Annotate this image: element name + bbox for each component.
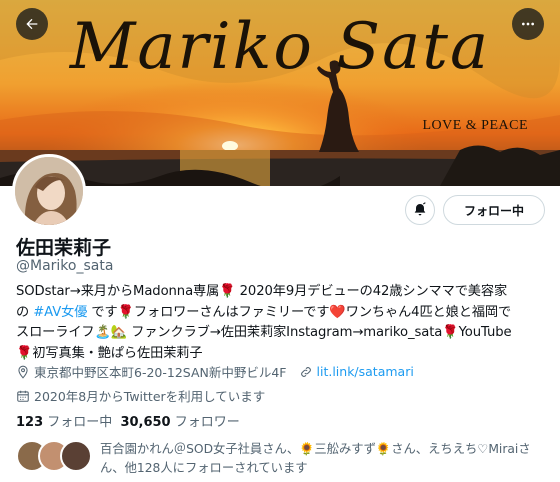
bio-text: 🌹初写真集・艶ぱら佐田茉莉子 <box>16 345 203 361</box>
following-label: フォロー中 <box>47 415 113 430</box>
location-pin-icon <box>18 365 28 379</box>
profile-bio: SODstar→来月からMadonna専属🌹 2020年9月デビューの42歳シン… <box>16 282 548 364</box>
bell-icon <box>414 202 426 216</box>
known-followers-avatars[interactable] <box>16 440 92 472</box>
follow-counts: 123 フォロー中 30,650 フォロワー <box>16 411 240 430</box>
followers-count: 30,650 <box>120 415 171 430</box>
bio-line: 🌹初写真集・艶ぱら佐田茉莉子 <box>16 344 548 365</box>
location-text: 東京都中野区本町6-20-12SAN新中野ビル4F <box>34 365 287 380</box>
followers-link[interactable]: 30,650 フォロワー <box>120 415 239 430</box>
bio-text: の <box>16 304 34 320</box>
banner-title: Mariko Sata <box>69 10 491 84</box>
calendar-icon <box>17 390 29 402</box>
bio-text: スローライフ🏝️🏡 ファンクラブ→佐田茉莉家Instagram→mariko_s… <box>16 325 512 340</box>
known-followers-text[interactable]: 百合園かれん＠SOD女子社員さん、🌻三舩みすず🌻さん、えちえち♡Miraiさん、… <box>100 440 552 478</box>
arrow-left-icon <box>26 18 38 30</box>
followers-label: フォロワー <box>174 415 240 430</box>
banner-subtitle: LOVE & PEACE <box>422 118 528 133</box>
joined-text: 2020年8月からTwitterを利用しています <box>34 389 266 404</box>
following-button[interactable]: フォロー中 <box>443 195 545 225</box>
avatar-image <box>15 157 83 225</box>
profile-meta-location: 東京都中野区本町6-20-12SAN新中野ビル4F lit.link/satam… <box>16 362 414 381</box>
bio-line: SODstar→来月からMadonna専属🌹 2020年9月デビューの42歳シン… <box>16 282 548 303</box>
profile-handle: @Mariko_sata <box>16 258 114 274</box>
avatar <box>60 440 92 472</box>
link-icon <box>300 366 311 377</box>
profile-avatar[interactable] <box>12 154 86 228</box>
website-link[interactable]: lit.link/satamari <box>317 364 414 379</box>
bio-line: の #AV女優 です🌹フォロワーさんはファミリーです❤️ワンちゃん4匹と娘と福岡… <box>16 303 548 324</box>
back-button[interactable] <box>16 8 48 40</box>
bio-text: SODstar→来月からMadonna専属🌹 2020年9月デビューの42歳シン… <box>16 284 508 299</box>
profile-meta-joined: 2020年8月からTwitterを利用しています <box>16 386 265 405</box>
bio-text: です🌹フォロワーさんはファミリーです❤️ワンちゃん4匹と娘と福岡で <box>87 304 512 320</box>
more-horizontal-icon <box>522 22 534 26</box>
following-link[interactable]: 123 フォロー中 <box>16 415 112 430</box>
hashtag-link[interactable]: #AV女優 <box>33 305 87 320</box>
profile-banner[interactable]: Mariko Sata LOVE & PEACE <box>0 0 560 186</box>
following-count: 123 <box>16 415 44 430</box>
bio-line: スローライフ🏝️🏡 ファンクラブ→佐田茉莉家Instagram→mariko_s… <box>16 323 548 344</box>
profile-name: 佐田茉莉子 <box>16 237 112 259</box>
more-button[interactable] <box>512 8 544 40</box>
notification-button[interactable] <box>405 195 435 225</box>
